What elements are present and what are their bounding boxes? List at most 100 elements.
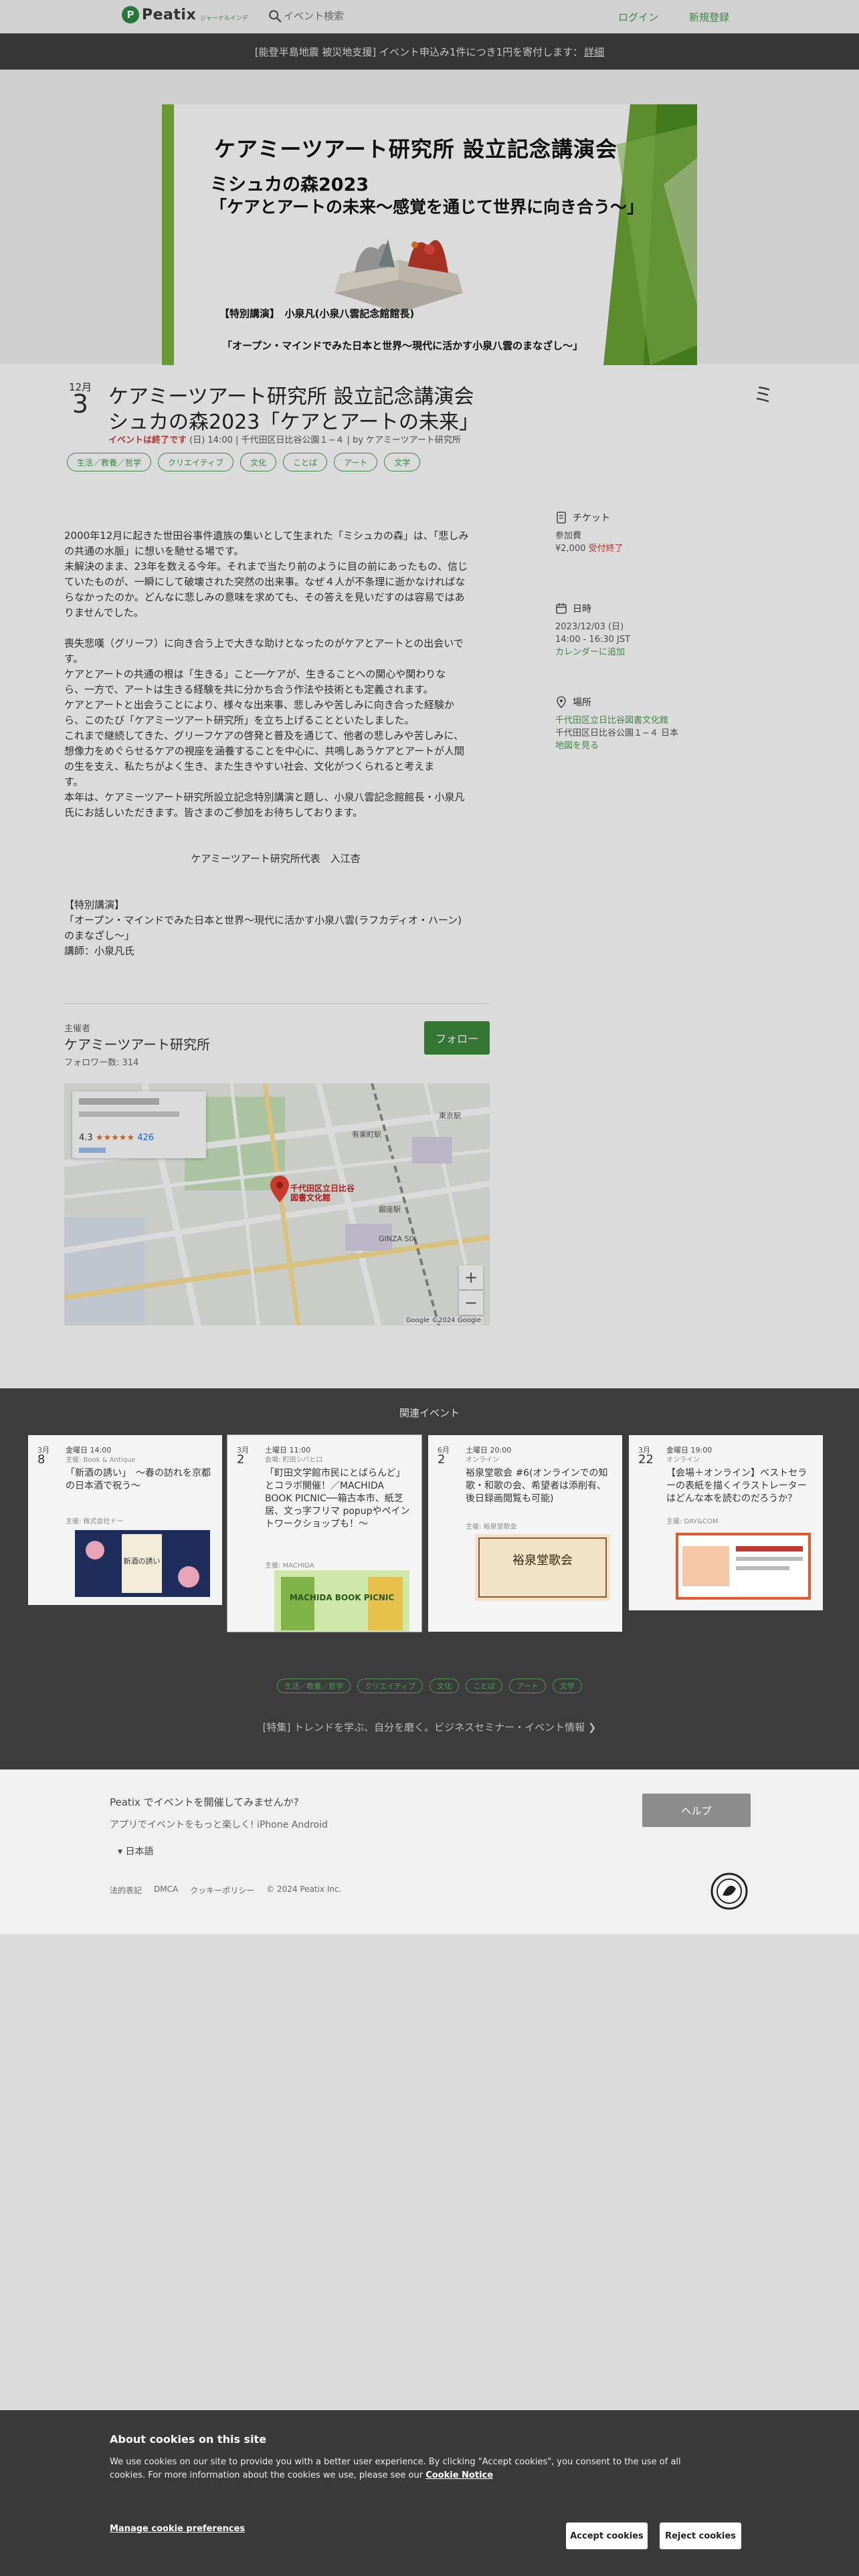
accept-cookies-button[interactable]: Accept cookies bbox=[566, 2523, 648, 2549]
hero-green-shapes bbox=[603, 104, 697, 365]
related-event-card[interactable]: 3月 22 金曜日 19:00 オンライン 【会場＋オンライン】ベストセラーの表… bbox=[629, 1435, 823, 1610]
search-input[interactable] bbox=[284, 8, 444, 24]
desc-line: らなかったのか。どんなに悲しみの意味を求めても、その答えを見いだすのは容易ではあ bbox=[64, 591, 465, 603]
map-zoom-in-button[interactable]: + bbox=[459, 1265, 483, 1289]
desc-line: 「オープン・マインドでみた日本と世界〜現代に活かす小泉八雲(ラフカディオ・ハーン… bbox=[64, 914, 462, 926]
tag-chip[interactable]: 文化 bbox=[430, 1679, 460, 1693]
map-pin-icon bbox=[557, 696, 566, 708]
login-link[interactable]: ログイン bbox=[618, 10, 658, 24]
tag-chip[interactable]: アート bbox=[509, 1679, 546, 1693]
related-event-card[interactable]: 6月 2 土曜日 20:00 オンライン 裕泉堂歌会 #6(オンラインでの知歌・… bbox=[428, 1435, 622, 1632]
review-count[interactable]: 426 bbox=[137, 1133, 154, 1143]
venue-map[interactable]: 千代田区立日比谷 図書文化館 有楽町駅 銀座駅 GINZA SIX 東京駅 4.… bbox=[64, 1083, 490, 1325]
cookie-banner: About cookies on this site We use cookie… bbox=[0, 2410, 859, 2576]
event-day: 3 bbox=[72, 389, 89, 419]
event-thumbnail bbox=[676, 1533, 811, 1600]
host-event-prompt[interactable]: Peatix でイベントを開催してみませんか? bbox=[110, 1795, 299, 1809]
ticket-price-line: ¥2,000 受付終了 bbox=[555, 542, 736, 555]
venue-link[interactable]: 千代田区立日比谷図書文化館 bbox=[555, 714, 736, 727]
desc-line: 想像力をめぐらせるケアの視座を涵養することを中心に、共鳴しあうケアとアートが人間 bbox=[64, 745, 465, 757]
related-events-section: 関連イベント 3月 8 金曜日 14:00 主催: Book & Antique… bbox=[0, 1388, 859, 1769]
event-time: 14:00 - 16:30 JST bbox=[555, 635, 631, 645]
app-download-line[interactable]: アプリでイベントをもっと楽しく! iPhone Android bbox=[110, 1818, 328, 1831]
svg-text:MACHIDA BOOK PICNIC: MACHIDA BOOK PICNIC bbox=[290, 1593, 395, 1602]
tag-chip[interactable]: ことば bbox=[283, 453, 328, 471]
map-station-label: 東京駅 bbox=[439, 1111, 461, 1120]
language-selector[interactable]: ▾ 日本語 bbox=[118, 1844, 153, 1858]
desc-signature: ケアミーツアート研究所代表 入江杏 bbox=[191, 853, 361, 865]
map-place-label: GINZA SIX bbox=[379, 1235, 417, 1243]
footer-link-dmca[interactable]: DMCA bbox=[154, 1885, 178, 1896]
signup-link[interactable]: 新規登録 bbox=[689, 10, 729, 24]
manage-cookie-preferences-link[interactable]: Manage cookie preferences bbox=[110, 2524, 245, 2534]
event-title-line2: シュカの森2023「ケアとアートの未来」 bbox=[108, 411, 479, 434]
event-tags: 生活／教養／哲学 クリエイティブ 文化 ことば アート 文学 bbox=[67, 453, 421, 471]
cookie-notice-link[interactable]: Cookie Notice bbox=[425, 2470, 493, 2480]
map-venue-label: 千代田区立日比谷 図書文化館 bbox=[290, 1184, 355, 1202]
pop-up-book-illustration bbox=[335, 239, 463, 313]
ticket-name: 参加費 bbox=[555, 531, 582, 541]
tag-chip[interactable]: 文化 bbox=[240, 453, 277, 471]
event-thumbnail: 裕泉堂歌会 bbox=[475, 1534, 610, 1601]
map-rating: 4.3 ★★★★★ 426 bbox=[79, 1133, 155, 1143]
tag-chip[interactable]: クリエイティブ bbox=[357, 1679, 423, 1693]
privacy-seal-icon bbox=[710, 1872, 748, 1910]
map-station-label: 有楽町駅 bbox=[352, 1130, 381, 1139]
related-event-card[interactable]: 3月 2 土曜日 11:00 会場: 町田シバヒロ 「町田文学館市民にとばらんど… bbox=[227, 1435, 421, 1632]
ticket-icon bbox=[557, 512, 566, 524]
organizer-name[interactable]: ケアミーツアート研究所 bbox=[64, 1034, 210, 1053]
help-button[interactable]: ヘルプ bbox=[642, 1794, 751, 1827]
search-icon[interactable] bbox=[268, 9, 282, 23]
ticket-section: チケット 参加費 ¥2,000 受付終了 bbox=[555, 511, 736, 555]
add-to-calendar-link[interactable]: カレンダーに追加 bbox=[555, 646, 736, 659]
map-place-card[interactable]: 4.3 ★★★★★ 426 bbox=[72, 1091, 206, 1158]
footer-links: 法的表記 DMCA クッキーポリシー © 2024 Peatix Inc. bbox=[110, 1885, 341, 1896]
event-meta: イベントは終了です (日) 14:00 | 千代田区日比谷公園１−４ | by … bbox=[108, 433, 461, 445]
top-header: P Peatix ジャーナルインデ ログイン 新規登録 bbox=[0, 0, 859, 33]
tag-chip[interactable]: アート bbox=[334, 453, 378, 471]
share-menu-icon[interactable]: ミ bbox=[753, 379, 773, 408]
hero-lecture-title: 「オープン・マインドでみた日本と世界〜現代に活かす小泉八雲のまなざし〜」 bbox=[222, 340, 583, 352]
desc-line: す。 bbox=[64, 776, 84, 788]
desc-line: す。 bbox=[64, 653, 84, 665]
tag-chip[interactable]: ことば bbox=[466, 1679, 503, 1693]
tag-chip[interactable]: 文学 bbox=[552, 1679, 582, 1693]
event-meta-text: (日) 14:00 | 千代田区日比谷公園１−４ | by ケアミーツアート研究… bbox=[187, 435, 461, 445]
tag-chip[interactable]: 生活／教養／哲学 bbox=[67, 453, 152, 471]
desc-line: これまで継続してきた、グリーフケアの啓発と普及を通じて、他者の悲しみや苦しみに、 bbox=[64, 730, 464, 742]
venue-address: 千代田区日比谷公園１−４ 日本 bbox=[555, 728, 679, 738]
map-zoom-out-button[interactable]: − bbox=[459, 1291, 483, 1315]
tag-chip[interactable]: 生活／教養／哲学 bbox=[277, 1679, 351, 1693]
event-ended-label: イベントは終了です bbox=[108, 435, 187, 445]
svg-text:裕泉堂歌会: 裕泉堂歌会 bbox=[512, 1553, 573, 1568]
related-tags: 生活／教養／哲学 クリエイティブ 文化 ことば アート 文学 bbox=[0, 1679, 859, 1693]
hero-green-stripe bbox=[162, 104, 174, 365]
related-event-card[interactable]: 3月 8 金曜日 14:00 主催: Book & Antique 「新酒の誘い… bbox=[28, 1435, 222, 1605]
desc-line: ケアとアートの共通の根は「生きる」こと──ケアが、生きることへの関心や関わりな bbox=[64, 668, 446, 680]
desc-line: 喪失悲嘆（グリーフ）に向き合う上で大きな助けとなったのがケアとアートとの出会いで bbox=[64, 637, 464, 649]
desc-line: ら、一方で、アートは生きる経験を共に分かち合う作法や技術とも定義されます。 bbox=[64, 683, 434, 695]
desc-line: 講師：小泉凡氏 bbox=[64, 945, 135, 957]
tag-chip[interactable]: 文学 bbox=[384, 453, 421, 471]
peatix-logo[interactable]: P Peatix ジャーナルインデ bbox=[122, 6, 248, 23]
datetime-heading: 日時 bbox=[573, 604, 591, 615]
feature-link[interactable]: [特集] トレンドを学ぶ、自分を磨く。ビジネスセミナー・イベント情報 ❯ bbox=[0, 1720, 859, 1734]
svg-text:新酒の誘い: 新酒の誘い bbox=[124, 1556, 161, 1566]
hero-special-lecture: 【特別講演】 小泉凡(小泉八雲記念館館長) bbox=[219, 308, 415, 320]
view-map-link[interactable]: 地図を見る bbox=[555, 740, 736, 752]
notice-details-link[interactable]: 詳細 bbox=[584, 45, 604, 59]
reject-cookies-button[interactable]: Reject cookies bbox=[660, 2523, 741, 2549]
calendar-icon bbox=[556, 603, 567, 614]
location-heading: 場所 bbox=[573, 697, 591, 708]
footer-link-legal[interactable]: 法的表記 bbox=[110, 1885, 142, 1896]
hero-subtitle: ミシュカの森2023 bbox=[210, 175, 369, 195]
star-rating-icon: ★★★★★ bbox=[95, 1133, 135, 1143]
footer-link-cookie[interactable]: クッキーポリシー bbox=[190, 1885, 254, 1896]
desc-line: 未解決のまま、23年を数える今年。それまで当たり前のように目の前にあったもの、信… bbox=[64, 560, 468, 572]
organizer-divider bbox=[64, 1003, 490, 1004]
footer-copyright: © 2024 Peatix Inc. bbox=[266, 1885, 342, 1894]
desc-line: のまなざし〜」 bbox=[64, 930, 135, 942]
event-cover-image: ケアミーツアート研究所 設立記念講演会 ミシュカの森2023 「ケアとアートの未… bbox=[162, 104, 697, 365]
tag-chip[interactable]: クリエイティブ bbox=[158, 453, 234, 471]
follow-button[interactable]: フォロー bbox=[424, 1021, 490, 1055]
